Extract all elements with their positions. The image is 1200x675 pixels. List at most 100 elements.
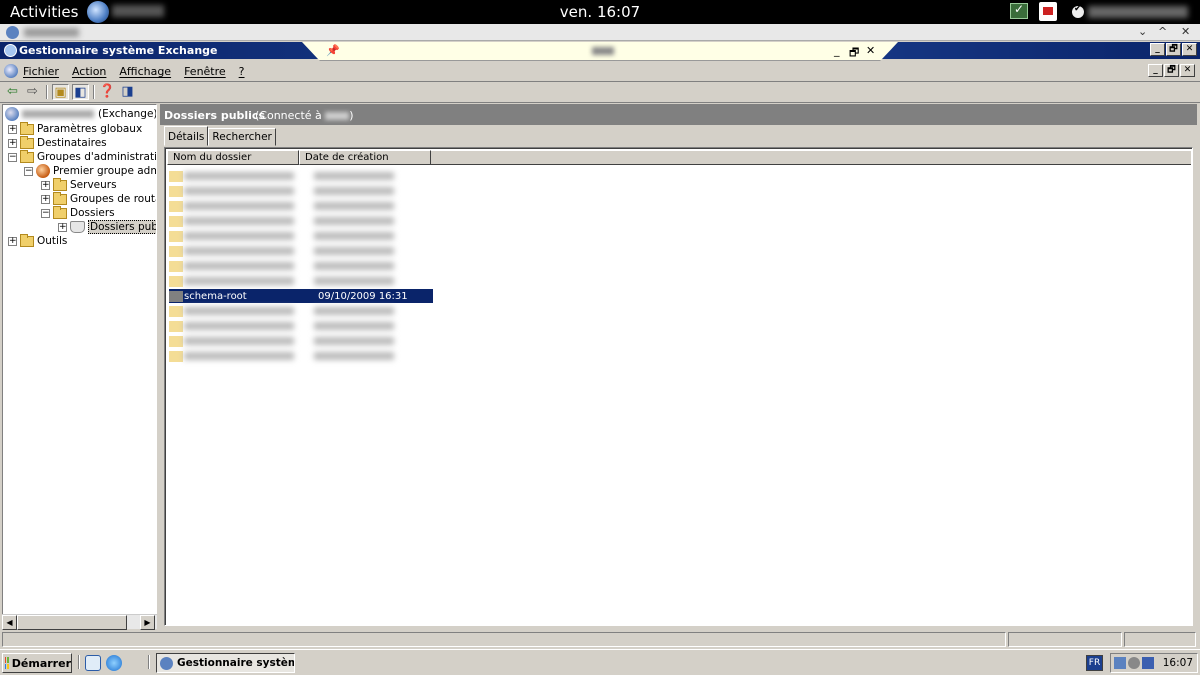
- scroll-left-icon[interactable]: ◀: [2, 615, 17, 630]
- connection-info: (Connecté à ): [255, 109, 354, 122]
- taskbar-item-exchange[interactable]: Gestionnaire systèm...: [156, 653, 295, 673]
- column-folder-name[interactable]: Nom du dossier: [167, 150, 299, 165]
- up-folder-icon[interactable]: ▣: [52, 84, 69, 100]
- tab-strip: Détails Rechercher: [164, 126, 276, 147]
- list-item[interactable]: [169, 199, 433, 213]
- rdp-close-button[interactable]: ✕: [866, 44, 875, 57]
- tree-item-label: Paramètres globaux: [37, 123, 143, 135]
- folder-icon: [20, 121, 34, 135]
- folder-name: schema-root: [184, 290, 247, 302]
- system-menu-icon[interactable]: [4, 64, 18, 78]
- list-item[interactable]: [169, 244, 433, 258]
- rdp-connection-bar[interactable]: 📌 _ 🗗 ✕: [302, 42, 898, 61]
- list-item-selected[interactable]: schema-root 09/10/2009 16:31: [169, 289, 433, 303]
- column-creation-date[interactable]: Date de création: [299, 150, 431, 165]
- menu-action[interactable]: Action: [72, 65, 106, 78]
- list-item[interactable]: [169, 319, 433, 333]
- folder-icon: [20, 135, 34, 149]
- menu-view[interactable]: Affichage: [119, 65, 171, 78]
- mdi-restore-button[interactable]: 🗗: [1164, 64, 1179, 77]
- list-item[interactable]: [169, 349, 433, 363]
- list-item[interactable]: [169, 229, 433, 243]
- console-tree[interactable]: (Exchange) + Paramètres globaux + Destin…: [2, 104, 157, 629]
- scroll-thumb[interactable]: [17, 615, 127, 630]
- network-icon[interactable]: [1114, 657, 1126, 669]
- folder-icon: [169, 305, 183, 317]
- mail-icon[interactable]: [1039, 2, 1057, 21]
- status-check-icon[interactable]: [1072, 4, 1084, 18]
- security-icon[interactable]: [1128, 657, 1140, 669]
- user-menu-redacted[interactable]: [1088, 6, 1188, 18]
- mdi-close-button[interactable]: ✕: [1180, 64, 1195, 77]
- expand-icon[interactable]: +: [41, 194, 50, 204]
- tab-search[interactable]: Rechercher: [208, 128, 276, 146]
- collapse-icon[interactable]: −: [41, 208, 50, 218]
- internet-explorer-icon[interactable]: [106, 655, 122, 671]
- restore-button[interactable]: 🗗: [1166, 43, 1181, 56]
- tree-item-tools[interactable]: + Outils: [8, 233, 67, 248]
- outer-window-bar: ⌄ ^ ✕: [0, 24, 1200, 41]
- collapse-icon[interactable]: −: [24, 166, 33, 176]
- shield-icon[interactable]: [1142, 657, 1154, 669]
- tree-item-global-settings[interactable]: + Paramètres globaux: [8, 121, 143, 136]
- start-button[interactable]: Démarrer: [2, 653, 72, 673]
- window-title: Gestionnaire système Exchange: [19, 44, 218, 57]
- update-icon[interactable]: [1010, 2, 1028, 19]
- expand-icon[interactable]: +: [8, 124, 17, 134]
- collapse-icon[interactable]: −: [8, 152, 17, 162]
- list-item[interactable]: [169, 169, 433, 183]
- forward-arrow-icon[interactable]: ⇨: [24, 84, 41, 100]
- rdp-minimize-button[interactable]: _: [834, 44, 840, 57]
- folder-list[interactable]: Nom du dossier Date de création schema-r…: [164, 147, 1193, 626]
- expand-icon[interactable]: +: [41, 180, 50, 190]
- expand-icon[interactable]: +: [8, 236, 17, 246]
- mdi-minimize-button[interactable]: _: [1148, 64, 1163, 77]
- menu-window[interactable]: Fenêtre: [184, 65, 226, 78]
- tab-details[interactable]: Détails: [164, 126, 209, 146]
- menu-help[interactable]: ?: [239, 65, 245, 78]
- redacted-name: [184, 337, 294, 345]
- list-item[interactable]: [169, 259, 433, 273]
- tray-clock[interactable]: 16:07: [1163, 657, 1193, 669]
- redacted-date: [314, 217, 394, 225]
- back-arrow-icon[interactable]: ⇦: [4, 84, 21, 100]
- tree-item-servers[interactable]: + Serveurs: [41, 177, 117, 192]
- redacted-name: [184, 202, 294, 210]
- scroll-right-icon[interactable]: ▶: [140, 615, 155, 630]
- tree-item-label: Serveurs: [70, 179, 117, 191]
- folder-icon: [53, 205, 67, 219]
- outer-close-button[interactable]: ✕: [1181, 25, 1190, 38]
- expand-icon[interactable]: +: [8, 138, 17, 148]
- system-tray: 16:07: [1110, 653, 1198, 673]
- redacted-name: [184, 307, 294, 315]
- menu-bar: Fichier Action Affichage Fenêtre ? _ 🗗 ✕: [0, 61, 1200, 82]
- outer-maximize-button[interactable]: ^: [1158, 25, 1167, 38]
- help-icon[interactable]: ❓: [99, 84, 116, 100]
- tree-item-admin-groups[interactable]: − Groupes d'administration: [8, 149, 156, 164]
- list-item[interactable]: [169, 184, 433, 198]
- language-indicator[interactable]: FR: [1086, 655, 1103, 671]
- redacted-date: [314, 232, 394, 240]
- tree-item-public-folders[interactable]: + Dossiers publics: [58, 220, 156, 234]
- folder-icon: [20, 233, 34, 247]
- list-item[interactable]: [169, 274, 433, 288]
- tree-root[interactable]: (Exchange): [5, 107, 156, 121]
- pin-icon[interactable]: 📌: [326, 44, 340, 57]
- tree-item-first-admin-group[interactable]: − Premier groupe adminis: [24, 164, 156, 178]
- show-tree-icon[interactable]: ◧: [72, 84, 89, 100]
- outer-minimize-button[interactable]: ⌄: [1138, 25, 1147, 38]
- list-item[interactable]: [169, 304, 433, 318]
- close-button[interactable]: ✕: [1182, 43, 1197, 56]
- list-item[interactable]: [169, 214, 433, 228]
- minimize-button[interactable]: _: [1150, 43, 1165, 56]
- tree-item-recipients[interactable]: + Destinataires: [8, 135, 107, 150]
- show-desktop-icon[interactable]: [85, 655, 101, 671]
- expand-icon[interactable]: +: [58, 222, 67, 232]
- tree-item-folders[interactable]: − Dossiers: [41, 205, 115, 220]
- list-item[interactable]: [169, 334, 433, 348]
- menu-file[interactable]: Fichier: [23, 65, 59, 78]
- tree-item-routing-groups[interactable]: + Groupes de routage: [41, 191, 156, 206]
- action-pane-icon[interactable]: ◨: [119, 84, 136, 100]
- start-label: Démarrer: [11, 656, 71, 670]
- tree-horizontal-scrollbar[interactable]: ◀ ▶: [2, 614, 157, 630]
